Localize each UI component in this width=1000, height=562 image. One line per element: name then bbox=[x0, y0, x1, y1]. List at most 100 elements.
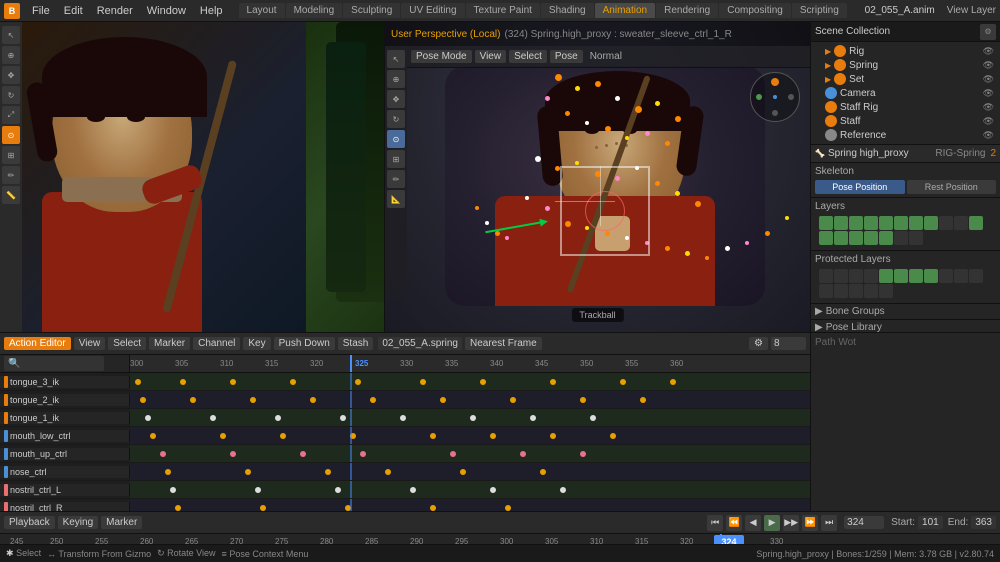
vp-tool-cursor[interactable]: ⊕ bbox=[2, 46, 20, 64]
tab-uv[interactable]: UV Editing bbox=[401, 3, 464, 18]
spring-eye[interactable]: 👁 bbox=[983, 60, 994, 71]
current-frame-input[interactable] bbox=[844, 516, 884, 529]
menu-edit[interactable]: Edit bbox=[58, 3, 89, 19]
player-12[interactable] bbox=[819, 284, 833, 298]
track-mouth-up-kf[interactable] bbox=[130, 445, 810, 462]
tl-marker-btn[interactable]: Marker bbox=[101, 516, 142, 529]
vp-tool-move[interactable]: ✥ bbox=[2, 66, 20, 84]
track-mouth-low-kf[interactable] bbox=[130, 427, 810, 444]
player-13[interactable] bbox=[834, 284, 848, 298]
player-11[interactable] bbox=[969, 269, 983, 283]
keying-btn[interactable]: Keying bbox=[58, 516, 99, 529]
play-btn[interactable]: ▶ bbox=[764, 515, 780, 531]
scene-item-rig[interactable]: ▶ Rig 👁 bbox=[813, 44, 998, 58]
track-search-input[interactable] bbox=[4, 356, 104, 371]
scene-item-set[interactable]: ▶ Set 👁 bbox=[813, 72, 998, 86]
track-tongue3-kf[interactable] bbox=[130, 373, 810, 390]
staff-eye[interactable]: 👁 bbox=[983, 116, 994, 127]
pose-btn[interactable]: Pose bbox=[550, 50, 583, 63]
layer-9[interactable] bbox=[939, 216, 953, 230]
reference-eye[interactable]: 👁 bbox=[983, 130, 994, 141]
layer-2[interactable] bbox=[834, 216, 848, 230]
select-btn[interactable]: Select bbox=[509, 50, 547, 63]
action-name-field[interactable]: 02_055_A.spring bbox=[378, 337, 462, 350]
player-3[interactable] bbox=[849, 269, 863, 283]
layer-14[interactable] bbox=[849, 231, 863, 245]
vp-tool-transform[interactable]: ⊞ bbox=[2, 146, 20, 164]
layer-13[interactable] bbox=[834, 231, 848, 245]
rig-eye[interactable]: 👁 bbox=[983, 46, 994, 57]
layer-6[interactable] bbox=[894, 216, 908, 230]
bone-groups-section[interactable]: ▶ Bone Groups bbox=[811, 304, 1000, 320]
vp-tool-scale[interactable]: ⤢ bbox=[2, 106, 20, 124]
layer-8[interactable] bbox=[924, 216, 938, 230]
layer-5[interactable] bbox=[879, 216, 893, 230]
player-8[interactable] bbox=[924, 269, 938, 283]
player-7[interactable] bbox=[909, 269, 923, 283]
scene-item-spring[interactable]: ▶ Spring 👁 bbox=[813, 58, 998, 72]
view-btn[interactable]: View bbox=[475, 50, 507, 63]
tab-compositing[interactable]: Compositing bbox=[719, 3, 791, 18]
player-16[interactable] bbox=[879, 284, 893, 298]
layer-12[interactable] bbox=[819, 231, 833, 245]
layer-16[interactable] bbox=[879, 231, 893, 245]
push-down-btn[interactable]: Push Down bbox=[274, 337, 335, 350]
layer-3[interactable] bbox=[849, 216, 863, 230]
player-1[interactable] bbox=[819, 269, 833, 283]
tab-scripting[interactable]: Scripting bbox=[792, 3, 847, 18]
player-15[interactable] bbox=[864, 284, 878, 298]
jump-end-btn[interactable]: ⏭ bbox=[821, 515, 837, 531]
player-10[interactable] bbox=[954, 269, 968, 283]
left-viewport[interactable]: ↖ ⊕ ✥ ↻ ⤢ ⊙ ⊞ ✏ 📏 bbox=[0, 22, 385, 332]
pose-position-btn[interactable]: Pose Position bbox=[815, 180, 905, 194]
menu-help[interactable]: Help bbox=[194, 3, 229, 19]
playback-btn[interactable]: Playback bbox=[4, 516, 55, 529]
camera-eye[interactable]: 👁 bbox=[983, 88, 994, 99]
tab-rendering[interactable]: Rendering bbox=[656, 3, 718, 18]
ae-marker-btn[interactable]: Marker bbox=[149, 337, 190, 350]
player-14[interactable] bbox=[849, 284, 863, 298]
player-2[interactable] bbox=[834, 269, 848, 283]
player-4[interactable] bbox=[864, 269, 878, 283]
track-tongue2-kf[interactable] bbox=[130, 391, 810, 408]
rest-position-btn[interactable]: Rest Position bbox=[907, 180, 997, 194]
staffrig-eye[interactable]: 👁 bbox=[983, 102, 994, 113]
ae-select-btn[interactable]: Select bbox=[108, 337, 146, 350]
track-tongue1-kf[interactable] bbox=[130, 409, 810, 426]
action-editor-btn[interactable]: Action Editor bbox=[4, 337, 71, 350]
tab-animation[interactable]: Animation bbox=[595, 3, 655, 18]
layer-17[interactable] bbox=[894, 231, 908, 245]
layer-1[interactable] bbox=[819, 216, 833, 230]
vp-tool-measure[interactable]: 📏 bbox=[2, 186, 20, 204]
layer-15[interactable] bbox=[864, 231, 878, 245]
tab-sculpting[interactable]: Sculpting bbox=[343, 3, 400, 18]
layer-7[interactable] bbox=[909, 216, 923, 230]
pose-library-section[interactable]: ▶ Pose Library bbox=[811, 320, 1000, 332]
stash-btn[interactable]: Stash bbox=[338, 337, 374, 350]
ae-filter-btn[interactable]: ⚙ bbox=[749, 337, 768, 350]
player-6[interactable] bbox=[894, 269, 908, 283]
scene-item-staff[interactable]: Staff 👁 bbox=[813, 114, 998, 128]
nav-gizmo[interactable] bbox=[750, 72, 800, 122]
vp-tool-rotate[interactable]: ↻ bbox=[2, 86, 20, 104]
menu-render[interactable]: Render bbox=[91, 3, 139, 19]
next-keyframe-btn[interactable]: ⏩ bbox=[802, 515, 818, 531]
vp-tool-annotate[interactable]: ✏ bbox=[2, 166, 20, 184]
scene-item-reference[interactable]: Reference 👁 bbox=[813, 128, 998, 142]
tab-shading[interactable]: Shading bbox=[541, 3, 594, 18]
vp-tool-select[interactable]: ↖ bbox=[2, 26, 20, 44]
ae-channel-btn[interactable]: Channel bbox=[193, 337, 240, 350]
prev-frame-btn[interactable]: ◀ bbox=[745, 515, 761, 531]
vp-tool-gizmo[interactable]: ⊙ bbox=[2, 126, 20, 144]
center-viewport[interactable]: User Perspective (Local) (324) Spring.hi… bbox=[385, 22, 810, 332]
scene-item-camera[interactable]: Camera 👁 bbox=[813, 86, 998, 100]
layer-4[interactable] bbox=[864, 216, 878, 230]
ae-key-btn[interactable]: Key bbox=[243, 337, 270, 350]
scene-item-staff-rig[interactable]: Staff Rig 👁 bbox=[813, 100, 998, 114]
ae-view-btn[interactable]: View bbox=[74, 337, 106, 350]
layer-10[interactable] bbox=[954, 216, 968, 230]
player-5[interactable] bbox=[879, 269, 893, 283]
tab-modeling[interactable]: Modeling bbox=[286, 3, 343, 18]
menu-window[interactable]: Window bbox=[141, 3, 192, 19]
track-nose-kf[interactable] bbox=[130, 463, 810, 480]
